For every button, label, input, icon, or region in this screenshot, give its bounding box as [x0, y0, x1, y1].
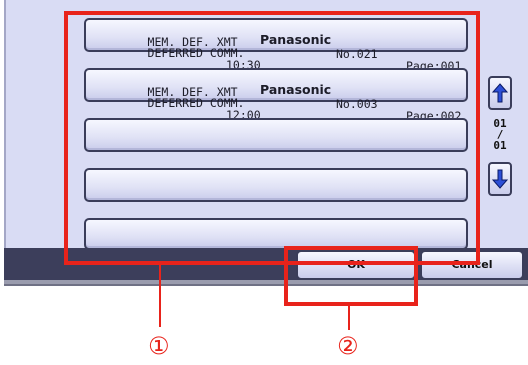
callout-number-2: ②	[337, 332, 359, 360]
callout-number-1: ①	[148, 332, 170, 360]
callout-line-2	[348, 306, 350, 330]
bottom-divider	[4, 284, 528, 286]
arrow-up-icon	[492, 83, 508, 103]
scroll-down-button[interactable]	[488, 162, 512, 196]
highlight-job-list	[64, 11, 480, 265]
scroll-up-button[interactable]	[488, 76, 512, 110]
panel-edge	[4, 0, 6, 248]
total-pages: 01	[493, 139, 507, 152]
callout-line-1	[159, 265, 161, 327]
highlight-ok-button	[284, 246, 418, 306]
arrow-down-icon	[492, 169, 508, 189]
page-counter: 01 / 01	[488, 118, 512, 151]
